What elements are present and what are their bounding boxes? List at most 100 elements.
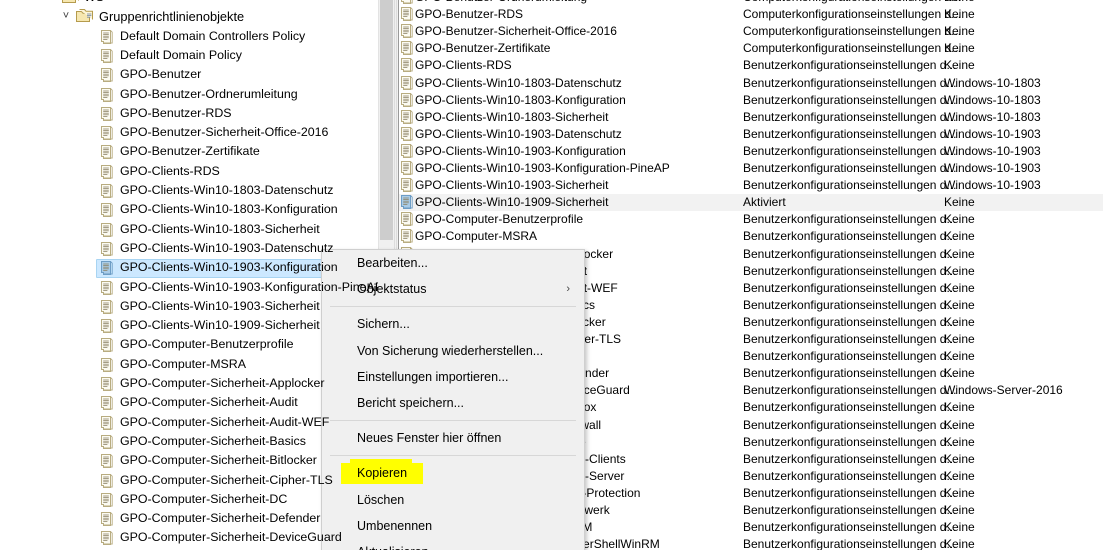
gpo-status-cell: Benutzerkonfigurationseinstellungen d... <box>743 297 957 312</box>
list-row[interactable]: GPO-Clients-Win10-1903-Konfiguration Benu… <box>399 143 1103 160</box>
gpo-name-cell: GPO-Clients-Win10-1903-Datenschutz <box>415 126 622 141</box>
wmi-filter-cell: Keine <box>944 537 975 550</box>
tree-item-12[interactable]: GPO-Clients-Win10-1903-Konfiguration <box>0 258 378 279</box>
tree-item-4[interactable]: GPO-Benutzer-RDS <box>0 104 378 123</box>
wmi-filter-cell: Windows-10-1803 <box>944 92 1041 107</box>
list-row[interactable]: GPO-Clients-RDS Benutzerkonfigurationsein… <box>399 57 1103 74</box>
wmi-filter-cell: Keine <box>944 280 975 295</box>
tree-item-5[interactable]: GPO-Benutzer-Sicherheit-Office-2016 <box>0 123 378 142</box>
wmi-filter-cell: Keine <box>944 212 975 227</box>
wmi-filter-cell: Keine <box>944 451 975 466</box>
tree-item-9[interactable]: GPO-Clients-Win10-1803-Konfiguration <box>0 200 378 219</box>
tree-item-label: GPO-Computer-Sicherheit-DeviceGuard <box>120 530 342 545</box>
gpo-name-cell: GPO-Clients-Win10-1903-Sicherheit <box>415 178 609 193</box>
menu-item-l-schen[interactable]: Löschen <box>322 487 584 513</box>
gpo-status-cell: Benutzerkonfigurationseinstellungen d... <box>743 383 957 398</box>
list-row[interactable]: GPO-Clients-Win10-1903-Datenschutz Benutz… <box>399 126 1103 143</box>
gpo-status-cell: Benutzerkonfigurationseinstellungen d... <box>743 246 957 261</box>
gpo-status-cell: Benutzerkonfigurationseinstellungen d... <box>743 417 957 432</box>
gpo-document-icon <box>399 109 413 125</box>
wmi-filter-cell: Keine <box>944 229 975 244</box>
tree-item-label: GPO-Clients-Win10-1803-Datenschutz <box>120 183 334 197</box>
gpo-document-icon <box>99 531 115 547</box>
gpo-status-cell: Benutzerkonfigurationseinstellungen d... <box>743 503 957 517</box>
tree-item-label: GPO-Benutzer-Zertifikate <box>120 144 260 159</box>
menu-item-aktualisieren[interactable]: Aktualisieren <box>322 539 584 550</box>
tree-item-label: WS <box>84 0 104 7</box>
gpo-document-icon <box>99 87 115 104</box>
list-row[interactable]: GPO-Benutzer-RDS Computerkonfigurationsei… <box>399 6 1103 23</box>
menu-item-bericht-speichern[interactable]: Bericht speichern... <box>322 390 584 416</box>
tree-item-label: Default Domain Controllers Policy <box>120 28 306 43</box>
tree-item-6[interactable]: GPO-Benutzer-Zertifikate <box>0 142 378 161</box>
gpo-document-icon <box>99 492 115 509</box>
tree-item-label: GPO-Benutzer-Ordnerumleitung <box>120 86 298 101</box>
gpo-document-icon <box>99 222 115 239</box>
gpo-document-icon <box>399 41 413 56</box>
tree-item-18[interactable]: GPO-Computer-Sicherheit-Applocker <box>0 374 378 393</box>
menu-item-label: Löschen <box>357 492 405 507</box>
wmi-filter-cell: Windows-10-1903 <box>944 178 1041 193</box>
menu-item-einstellungen-importieren[interactable]: Einstellungen importieren... <box>322 364 584 390</box>
tree-scrollbar-thumb[interactable] <box>380 0 393 240</box>
list-row[interactable]: GPO-Benutzer-Zertifikate Computerkonfigur… <box>399 40 1103 57</box>
gpmc-window: › WS ˅ Gruppenrichtlinienobjekte Default Dom… <box>0 0 1103 550</box>
gpo-status-cell: Benutzerkonfigurationseinstellungen d... <box>743 366 957 381</box>
list-row[interactable]: GPO-Computer-Benutzerprofile Benutzerkonf… <box>399 211 1103 228</box>
gpo-document-icon <box>399 58 413 73</box>
list-row[interactable]: GPO-Clients-Win10-1903-Sicherheit Benutze… <box>399 177 1103 194</box>
tree-item-20[interactable]: GPO-Computer-Sicherheit-Audit-WEF <box>0 413 378 432</box>
chevron-down-icon[interactable]: ˅ <box>58 7 74 26</box>
gpo-context-menu[interactable]: Bearbeiten... Objektstatus › Sichern... Von … <box>321 249 585 550</box>
tree-item-8[interactable]: GPO-Clients-Win10-1803-Datenschutz <box>0 181 378 200</box>
tree-item-13[interactable]: GPO-Clients-Win10-1903-Konfiguration-Pin… <box>0 278 378 297</box>
wmi-filter-cell: Windows-10-1803 <box>944 109 1041 124</box>
list-row[interactable]: GPO-Clients-Win10-1803-Sicherheit Benutze… <box>399 109 1103 126</box>
menu-item-kopieren[interactable]: Kopieren <box>322 459 584 486</box>
menu-item-label: Einstellungen importieren... <box>357 369 509 384</box>
gpo-document-icon <box>99 338 115 354</box>
folder-icon <box>62 0 79 6</box>
tree-item-0[interactable]: Default Domain Controllers Policy <box>0 27 378 46</box>
wmi-filter-cell: Keine <box>944 246 975 261</box>
menu-item-sichern[interactable]: Sichern... <box>322 311 584 337</box>
tree-item-2[interactable]: GPO-Benutzer <box>0 65 378 84</box>
tree-item-7[interactable]: GPO-Clients-RDS <box>0 162 378 181</box>
gpo-name-cell: GPO-Benutzer-Sicherheit-Office-2016 <box>415 24 617 39</box>
menu-item-umbenennen[interactable]: Umbenennen <box>322 513 584 539</box>
gpo-name-cell: GPO-Benutzer-RDS <box>415 7 524 22</box>
gpo-document-icon <box>99 184 115 200</box>
tree-item-ws-partial[interactable]: › WS <box>0 0 378 7</box>
tree-item-gruppenrichtlinienobjekte[interactable]: ˅ Gruppenrichtlinienobjekte <box>0 7 378 26</box>
tree-item-23[interactable]: GPO-Computer-Sicherheit-Cipher-TLS <box>0 471 378 490</box>
list-row[interactable]: GPO-Computer-MSRA Benutzerkonfigurationse… <box>399 228 1103 245</box>
list-row[interactable]: GPO-Clients-Win10-1903-Konfiguration-Pin… <box>399 160 1103 177</box>
menu-item-neues-fenster-hier-ffnen[interactable]: Neues Fenster hier öffnen <box>322 425 584 451</box>
chevron-right-icon[interactable]: › <box>44 0 60 7</box>
list-row[interactable]: GPO-Clients-Win10-1803-Datenschutz Benutz… <box>399 75 1103 92</box>
menu-item-bearbeiten[interactable]: Bearbeiten... <box>322 250 584 276</box>
tree-item-10[interactable]: GPO-Clients-Win10-1803-Sicherheit <box>0 220 378 239</box>
tree-item-1[interactable]: Default Domain Policy <box>0 46 378 65</box>
wmi-filter-cell: Windows-10-1903 <box>944 126 1041 141</box>
tree-item-26[interactable]: GPO-Computer-Sicherheit-DeviceGuard <box>0 528 378 547</box>
wmi-filter-cell: Keine <box>944 520 975 535</box>
gpo-name-cell: GPO-Clients-RDS <box>415 58 512 73</box>
wmi-filter-cell: Keine <box>944 400 975 415</box>
tree-item-3[interactable]: GPO-Benutzer-Ordnerumleitung <box>0 85 378 104</box>
list-row[interactable]: GPO-Benutzer-Sicherheit-Office-2016 Compu… <box>399 23 1103 40</box>
menu-separator <box>330 306 576 308</box>
menu-item-von-sicherung-wiederherstellen[interactable]: Von Sicherung wiederherstellen... <box>322 338 584 364</box>
gpo-document-icon <box>399 126 413 142</box>
wmi-filter-cell: Keine <box>944 195 975 210</box>
gpo-status-cell: Benutzerkonfigurationseinstellungen d... <box>743 263 957 278</box>
gpo-document-icon <box>99 299 115 316</box>
menu-item-label: Bearbeiten... <box>357 256 428 270</box>
gpo-status-cell: Benutzerkonfigurationseinstellungen d... <box>743 143 957 158</box>
tree-item-11[interactable]: GPO-Clients-Win10-1903-Datenschutz <box>0 239 378 258</box>
gpo-status-cell: Benutzerkonfigurationseinstellungen d... <box>743 229 957 244</box>
list-row[interactable]: GPO-Clients-Win10-1909-Sicherheit Aktivie… <box>399 194 1103 212</box>
wmi-filter-cell: Keine <box>944 349 975 364</box>
list-row[interactable]: GPO-Clients-Win10-1803-Konfiguration Benu… <box>399 92 1103 109</box>
gpo-document-icon <box>99 68 115 84</box>
